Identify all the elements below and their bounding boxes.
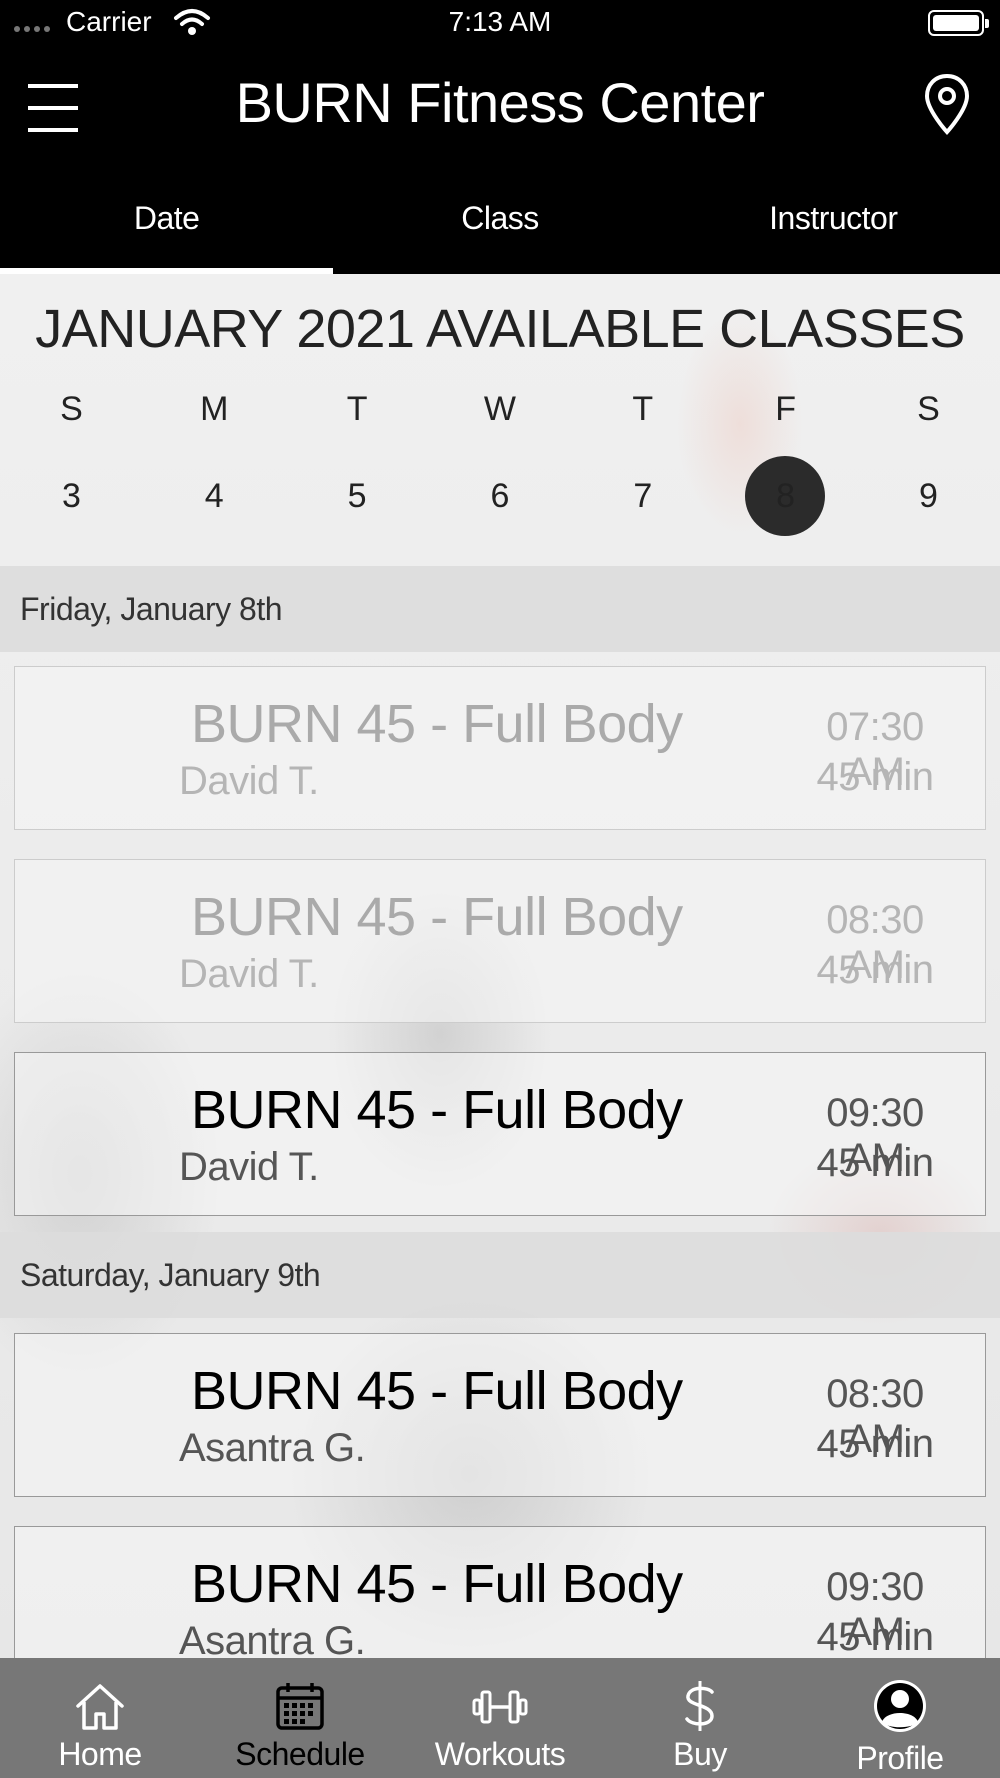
weekday-label: F [775, 390, 797, 428]
nav-profile[interactable]: Profile [800, 1658, 1000, 1778]
nav-label: Home [58, 1736, 142, 1772]
day-6[interactable]: 6 [429, 456, 572, 536]
nav-buy[interactable]: Buy [600, 1658, 800, 1778]
nav-label: Buy [673, 1736, 727, 1772]
weekday-label: T [632, 390, 654, 428]
tab-instructor[interactable]: Instructor [667, 164, 1000, 274]
dollar-icon [685, 1681, 714, 1731]
nav-home[interactable]: Home [0, 1658, 200, 1778]
calendar-title: JANUARY 2021 AVAILABLE CLASSES [35, 299, 965, 359]
date-section-header: Saturday, January 9th [0, 1232, 1000, 1318]
day-7[interactable]: 7 [571, 456, 714, 536]
calendar-icon [276, 1683, 324, 1730]
class-card[interactable]: BURN 45 - Full Body Asantra G. 08:30 AM … [14, 1333, 986, 1497]
weekday-row: S M T W T F S [0, 390, 1000, 429]
day-4[interactable]: 4 [143, 456, 286, 536]
nav-label: Schedule [235, 1736, 365, 1772]
class-card[interactable]: BURN 45 - Full Body David T. 09:30 AM 45… [14, 1052, 986, 1216]
page-title: BURN Fitness Center [235, 71, 765, 134]
class-duration: 45 min [816, 1615, 934, 1659]
class-name: BURN 45 - Full Body [191, 887, 683, 947]
battery-icon [928, 10, 989, 36]
day-5[interactable]: 5 [286, 456, 429, 536]
status-bar: Carrier 7:13 AM [0, 0, 1000, 48]
tab-class[interactable]: Class [333, 164, 666, 274]
nav-schedule[interactable]: Schedule [200, 1658, 400, 1778]
class-duration: 45 min [816, 755, 934, 799]
weekday-label: S [917, 390, 940, 428]
class-duration: 45 min [816, 1422, 934, 1466]
clock: 7:13 AM [448, 6, 552, 37]
instructor-name: Asantra G. [179, 1426, 366, 1470]
bottom-tab-bar: Home Schedule Workouts Buy Profile [0, 1658, 1000, 1778]
weekday-label: T [346, 390, 368, 428]
instructor-name: David T. [179, 952, 319, 996]
nav-label: Profile [856, 1740, 944, 1776]
view-tabs: Date Class Instructor [0, 164, 1000, 274]
day-3[interactable]: 3 [0, 456, 143, 536]
weekday-label: W [483, 390, 516, 428]
class-name: BURN 45 - Full Body [191, 1554, 683, 1614]
day-8-selected[interactable]: 8 [714, 456, 857, 536]
app-header: BURN Fitness Center [0, 48, 1000, 164]
class-name: BURN 45 - Full Body [191, 1080, 683, 1140]
tab-date[interactable]: Date [0, 164, 334, 274]
home-icon [76, 1684, 124, 1730]
weekday-label: M [200, 390, 229, 428]
class-card[interactable]: BURN 45 - Full Body David T. 08:30 AM 45… [14, 859, 986, 1023]
nav-workouts[interactable]: Workouts [400, 1658, 600, 1778]
weekday-label: S [60, 390, 83, 428]
class-duration: 45 min [816, 948, 934, 992]
instructor-name: David T. [179, 759, 319, 803]
instructor-name: David T. [179, 1145, 319, 1189]
nav-label: Workouts [434, 1736, 566, 1772]
day-row: 3 4 5 6 7 8 9 [0, 456, 1000, 536]
week-calendar: JANUARY 2021 AVAILABLE CLASSES S M T W T… [0, 274, 1000, 566]
class-name: BURN 45 - Full Body [191, 1361, 683, 1421]
class-card[interactable]: BURN 45 - Full Body David T. 07:30 AM 45… [14, 666, 986, 830]
day-9[interactable]: 9 [857, 456, 1000, 536]
dumbbell-icon [472, 1690, 528, 1724]
date-section-header: Friday, January 8th [0, 566, 1000, 652]
profile-icon [874, 1680, 926, 1732]
class-duration: 45 min [816, 1141, 934, 1185]
location-pin-icon[interactable] [922, 72, 972, 138]
class-name: BURN 45 - Full Body [191, 694, 683, 754]
